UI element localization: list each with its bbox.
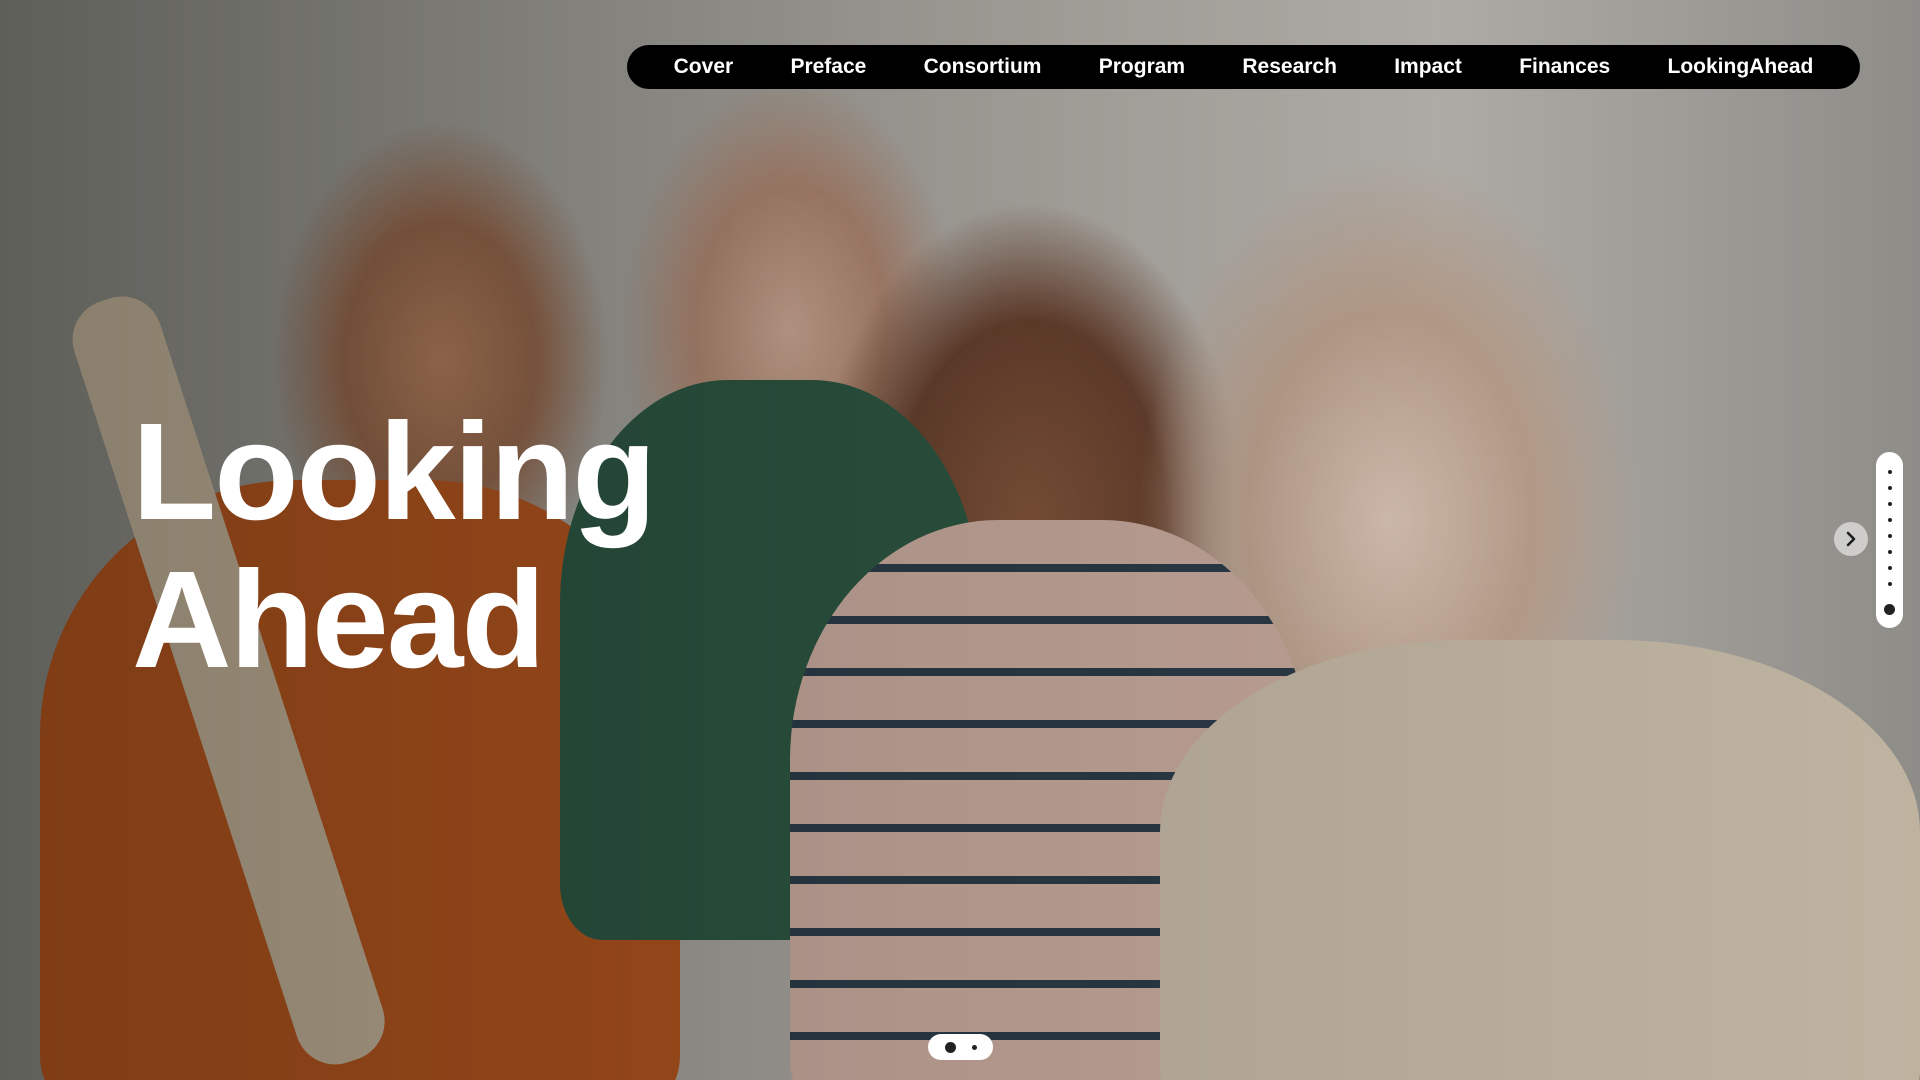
nav-item-consortium[interactable]: Consortium bbox=[924, 55, 1042, 79]
page-title-line-1: Looking bbox=[132, 395, 657, 549]
nav-item-impact[interactable]: Impact bbox=[1394, 55, 1462, 79]
page-title-line-2: Ahead bbox=[132, 543, 546, 697]
vertical-indicator-dot[interactable] bbox=[1887, 470, 1892, 474]
bottom-indicator-dot[interactable] bbox=[971, 1044, 977, 1050]
vertical-indicator-dot[interactable] bbox=[1887, 486, 1892, 490]
vertical-indicator-dot[interactable] bbox=[1887, 566, 1892, 570]
nav-item-research[interactable]: Research bbox=[1242, 55, 1337, 79]
bottom-indicator-dot-active[interactable] bbox=[944, 1041, 956, 1053]
nav-item-finances[interactable]: Finances bbox=[1519, 55, 1610, 79]
bottom-page-indicator[interactable] bbox=[928, 1034, 993, 1060]
nav-item-cover[interactable]: Cover bbox=[674, 55, 734, 79]
nav-item-preface[interactable]: Preface bbox=[790, 55, 866, 79]
vertical-indicator-dot[interactable] bbox=[1887, 582, 1892, 586]
chevron-right-icon bbox=[1846, 531, 1856, 547]
page-title: Looking Ahead bbox=[132, 395, 657, 697]
vertical-indicator-dot[interactable] bbox=[1887, 518, 1892, 522]
nav-item-program[interactable]: Program bbox=[1099, 55, 1185, 79]
vertical-indicator-dot-active[interactable] bbox=[1884, 604, 1895, 615]
vertical-indicator-dot[interactable] bbox=[1887, 534, 1892, 538]
nav-item-looking-ahead[interactable]: LookingAhead bbox=[1668, 55, 1814, 79]
slide-stage: Cover Preface Consortium Program Researc… bbox=[0, 0, 1920, 1080]
vertical-slide-indicator[interactable] bbox=[1876, 452, 1903, 628]
next-slide-button[interactable] bbox=[1834, 522, 1868, 556]
vertical-indicator-dot[interactable] bbox=[1887, 502, 1892, 506]
top-navigation: Cover Preface Consortium Program Researc… bbox=[627, 45, 1860, 89]
vertical-indicator-dot[interactable] bbox=[1887, 550, 1892, 554]
